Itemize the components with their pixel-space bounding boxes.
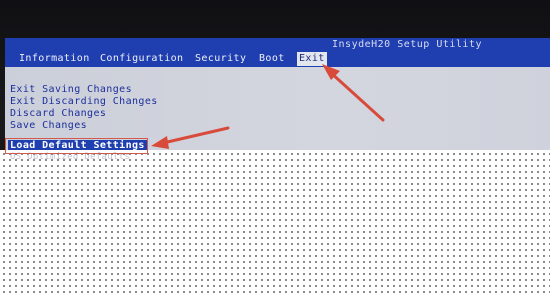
menu-item-security[interactable]: Security — [195, 53, 246, 65]
option-discard-changes[interactable]: Discard Changes — [10, 108, 106, 119]
window-title: InsydeH20 Setup Utility — [332, 39, 482, 50]
menu-item-information[interactable]: Information — [19, 53, 90, 65]
menu-bar: Information Configuration Security Boot … — [5, 51, 550, 67]
annotation-box — [5, 138, 148, 154]
menu-item-exit[interactable]: Exit — [297, 52, 327, 66]
menu-item-configuration[interactable]: Configuration — [100, 53, 183, 65]
title-bar: InsydeH20 Setup Utility — [5, 38, 550, 51]
dotted-overlay — [0, 150, 550, 293]
option-exit-discarding-changes[interactable]: Exit Discarding Changes — [10, 96, 158, 107]
bios-screen: InsydeH20 Setup Utility Information Conf… — [5, 38, 550, 150]
option-exit-saving-changes[interactable]: Exit Saving Changes — [10, 84, 132, 95]
menu-item-boot[interactable]: Boot — [259, 53, 285, 65]
option-save-changes[interactable]: Save Changes — [10, 120, 87, 131]
